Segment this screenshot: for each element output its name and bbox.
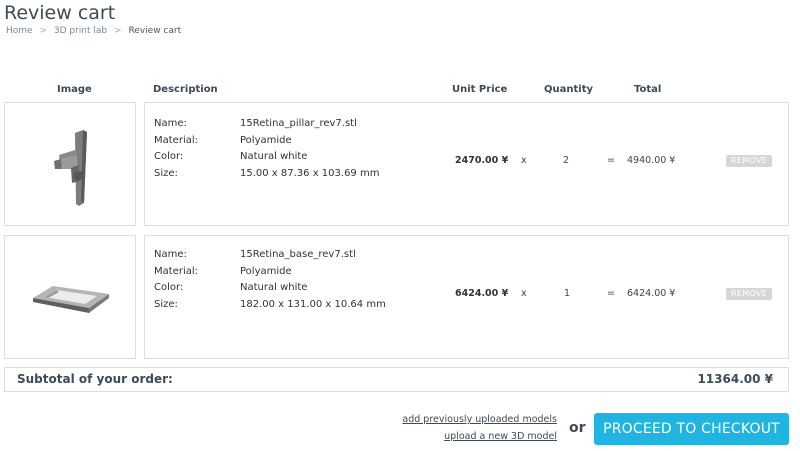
item-color: Natural white [240, 151, 308, 162]
proceed-to-checkout-button[interactable]: PROCEED TO CHECKOUT [594, 413, 789, 445]
breadcrumb-3d-print-lab-link[interactable]: 3D print lab [54, 26, 107, 36]
column-header-quantity: Quantity [544, 84, 593, 95]
spec-label-color: Color: [154, 282, 184, 293]
item-name: 15Retina_pillar_rev7.stl [240, 118, 357, 129]
item-color: Natural white [240, 282, 308, 293]
spec-label-color: Color: [154, 151, 184, 162]
subtotal-label: Subtotal of your order: [17, 372, 173, 386]
remove-item-button[interactable]: REMOVE [726, 288, 772, 300]
pillar-model-thumbnail-icon [54, 130, 87, 206]
equals-sign: = [607, 288, 615, 299]
page-title: Review cart [4, 2, 116, 24]
add-previous-models-link[interactable]: add previously uploaded models [402, 414, 557, 425]
spec-label-name: Name: [154, 249, 187, 260]
base-model-thumbnail-icon [33, 286, 109, 313]
column-header-total: Total [634, 84, 662, 95]
item-specs: Name: 15Retina_pillar_rev7.stl Material: P… [154, 116, 379, 182]
cart-item-row: Name: 15Retina_base_rev7.stl Material: Pol… [144, 235, 789, 359]
column-header-image: Image [57, 84, 92, 95]
cart-item-image-box [4, 102, 136, 226]
breadcrumb: Home > 3D print lab > Review cart [6, 26, 181, 36]
cart-item-image-box [4, 235, 136, 359]
breadcrumb-home-link[interactable]: Home [6, 26, 33, 36]
breadcrumb-separator: > [39, 26, 47, 36]
column-header-description: Description [153, 84, 218, 95]
item-material: Polyamide [240, 134, 292, 146]
item-total: 4940.00 ¥ [627, 155, 676, 166]
item-unit-price: 2470.00 ¥ [455, 155, 509, 166]
item-size: 15.00 x 87.36 x 103.69 mm [240, 167, 380, 179]
subtotal-value: 11364.00 ¥ [697, 372, 773, 386]
breadcrumb-separator: > [114, 26, 122, 36]
item-unit-price: 6424.00 ¥ [455, 288, 509, 299]
spec-label-material: Material: [154, 265, 198, 277]
item-size: 182.00 x 131.00 x 10.64 mm [240, 298, 386, 310]
multiply-sign: x [521, 155, 527, 166]
spec-label-size: Size: [154, 167, 178, 179]
breadcrumb-current: Review cart [128, 26, 182, 36]
multiply-sign: x [521, 288, 527, 299]
spec-label-material: Material: [154, 134, 198, 146]
item-material: Polyamide [240, 265, 292, 277]
item-quantity: 2 [563, 155, 570, 166]
item-name: 15Retina_base_rev7.stl [240, 249, 356, 260]
remove-item-button[interactable]: REMOVE [726, 155, 772, 167]
column-header-unit-price: Unit Price [452, 84, 508, 95]
spec-label-size: Size: [154, 298, 178, 310]
item-specs: Name: 15Retina_base_rev7.stl Material: Pol… [154, 247, 386, 313]
spec-label-name: Name: [154, 118, 187, 129]
or-separator: or [569, 420, 586, 436]
cart-item-row: Name: 15Retina_pillar_rev7.stl Material: P… [144, 102, 789, 226]
equals-sign: = [607, 155, 615, 166]
item-total: 6424.00 ¥ [627, 288, 676, 299]
subtotal-bar: Subtotal of your order: 11364.00 ¥ [4, 367, 789, 392]
item-quantity: 1 [564, 288, 571, 299]
upload-new-model-link[interactable]: upload a new 3D model [444, 431, 557, 442]
